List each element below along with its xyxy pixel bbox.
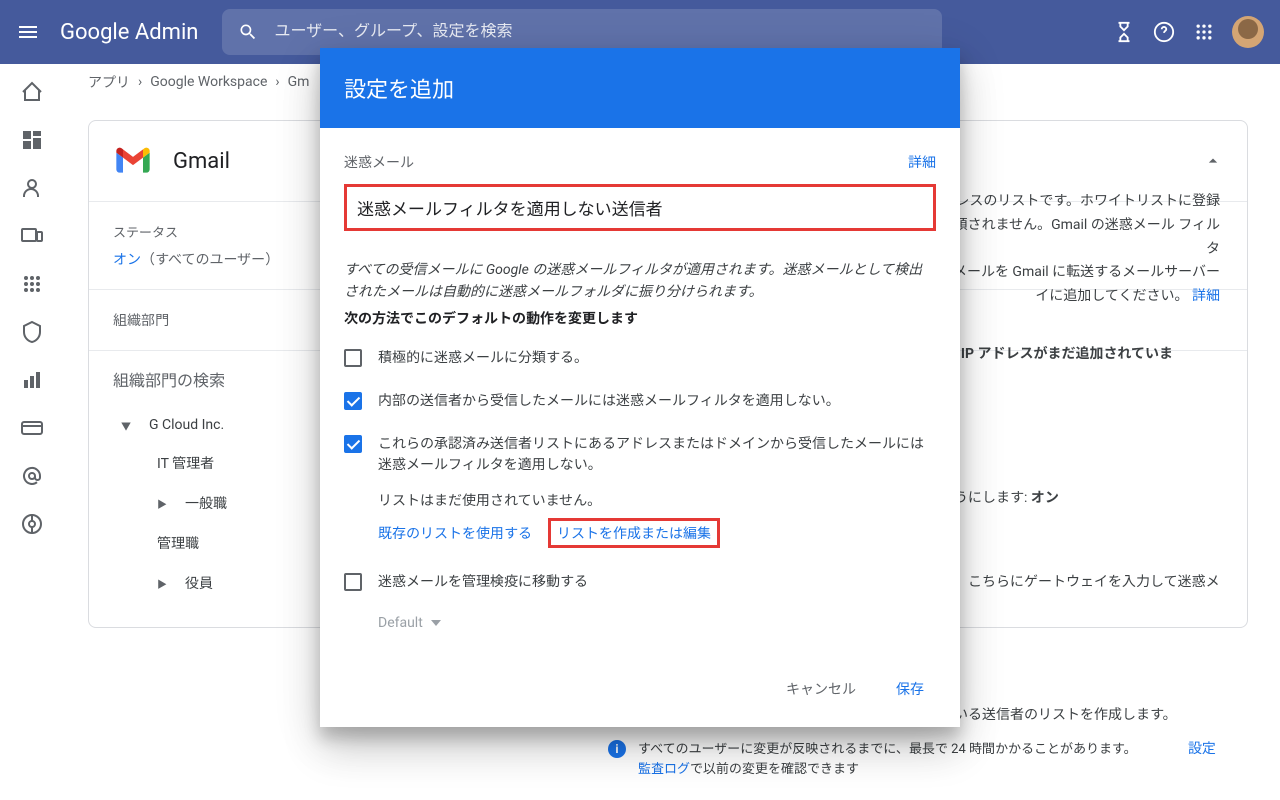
spam-label: 迷惑メール <box>344 152 414 172</box>
search-input[interactable] <box>274 23 926 41</box>
use-existing-list-link[interactable]: 既存のリストを使用する <box>378 523 532 543</box>
checkbox-icon[interactable] <box>344 349 362 367</box>
checkbox-icon[interactable] <box>344 435 362 453</box>
detail-link[interactable]: 詳細 <box>908 152 936 172</box>
user-avatar[interactable] <box>1232 16 1264 48</box>
checkbox-icon[interactable] <box>344 392 362 410</box>
checkbox-icon[interactable] <box>344 573 362 591</box>
quarantine-dropdown[interactable]: Default <box>378 615 936 631</box>
hamburger-menu-icon[interactable] <box>16 20 40 44</box>
apps-icon[interactable] <box>1192 20 1216 44</box>
modal-title: 設定を追加 <box>320 48 960 128</box>
hourglass-icon[interactable] <box>1112 20 1136 44</box>
help-icon[interactable] <box>1152 20 1176 44</box>
modal-description: すべての受信メールに Google の迷惑メールフィルタが適用されます。迷惑メー… <box>344 259 936 304</box>
checkbox-internal[interactable]: 内部の送信者から受信したメールには迷惑メールフィルタを適用しない。 <box>344 391 936 412</box>
checkbox-aggressive[interactable]: 積極的に迷惑メールに分類する。 <box>344 348 936 369</box>
setting-name-input[interactable]: 迷惑メールフィルタを適用しない送信者 <box>344 184 936 231</box>
list-status: リストはまだ使用されていません。 <box>378 490 936 510</box>
modal-overlay: 設定を追加 迷惑メール 詳細 迷惑メールフィルタを適用しない送信者 すべての受信… <box>0 48 1280 800</box>
save-button[interactable]: 保存 <box>888 671 932 707</box>
modal-description-bold: 次の方法でこのデフォルトの動作を変更します <box>344 308 936 328</box>
cancel-button[interactable]: キャンセル <box>778 671 864 707</box>
logo[interactable]: Google Admin <box>60 20 198 45</box>
create-edit-list-link[interactable]: リストを作成または編集 <box>548 518 720 548</box>
checkbox-quarantine[interactable]: 迷惑メールを管理検疫に移動する <box>344 572 936 593</box>
modal-footer: キャンセル 保存 <box>320 655 960 727</box>
search-icon <box>238 22 258 42</box>
add-setting-modal: 設定を追加 迷惑メール 詳細 迷惑メールフィルタを適用しない送信者 すべての受信… <box>320 48 960 727</box>
checkbox-approved-senders[interactable]: これらの承認済み送信者リストにあるアドレスまたはドメインから受信したメールには迷… <box>344 434 936 476</box>
chevron-down-icon <box>431 620 441 626</box>
